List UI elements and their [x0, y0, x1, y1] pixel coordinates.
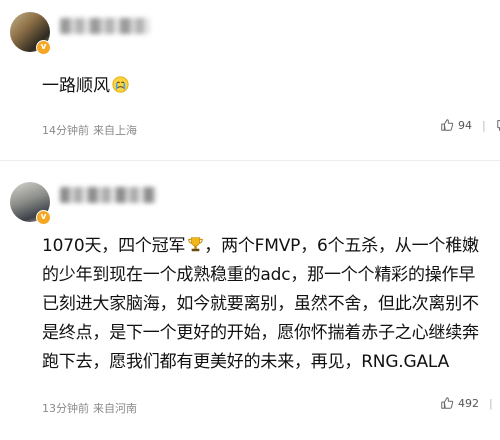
comment-text-part: ，两个FMVP，6个五杀，从一个稚嫩的少年到现在一个成熟稳重的adc，那一个个精… — [42, 236, 479, 372]
comment-actions: 94 | — [440, 118, 500, 132]
divider — [0, 160, 500, 161]
like-count: 94 — [458, 118, 472, 132]
action-separator: | — [489, 396, 493, 410]
comment-item: v 一路顺风 14分钟前 来自上海 94 | — [0, 0, 500, 155]
comment-item: v 1070天，四个冠军 ，两个FMVP，6个五杀，从一个稚嫩的少年到现在一个成… — [0, 168, 500, 440]
username-blurred[interactable] — [60, 187, 156, 203]
comment-time: 14分钟前 — [42, 124, 89, 137]
crying-face-icon — [112, 76, 129, 93]
comment-actions: 492 | — [440, 396, 500, 410]
comment-location: 来自上海 — [93, 124, 137, 137]
thumbs-up-icon[interactable] — [440, 118, 454, 132]
like-count: 492 — [458, 396, 479, 410]
comment-meta: 14分钟前 来自上海 — [42, 122, 137, 138]
comment-icon[interactable] — [496, 118, 500, 132]
comment-text-content: 一路顺风 — [42, 76, 110, 96]
comment-text: 1070天，四个冠军 ，两个FMVP，6个五杀，从一个稚嫩的少年到现在一个成熟稳… — [42, 232, 480, 377]
action-separator: | — [482, 118, 486, 132]
verified-badge-icon: v — [36, 210, 51, 225]
verified-badge-icon: v — [36, 40, 51, 55]
comment-text: 一路顺风 — [42, 75, 480, 97]
comment-meta: 13分钟前 来自河南 — [42, 400, 137, 416]
comment-time: 13分钟前 — [42, 402, 89, 415]
thumbs-up-icon[interactable] — [440, 396, 454, 410]
username-blurred[interactable] — [60, 18, 150, 34]
comment-text-part: 1070天，四个冠军 — [42, 236, 186, 256]
trophy-icon — [188, 237, 204, 252]
comment-location: 来自河南 — [93, 402, 137, 415]
